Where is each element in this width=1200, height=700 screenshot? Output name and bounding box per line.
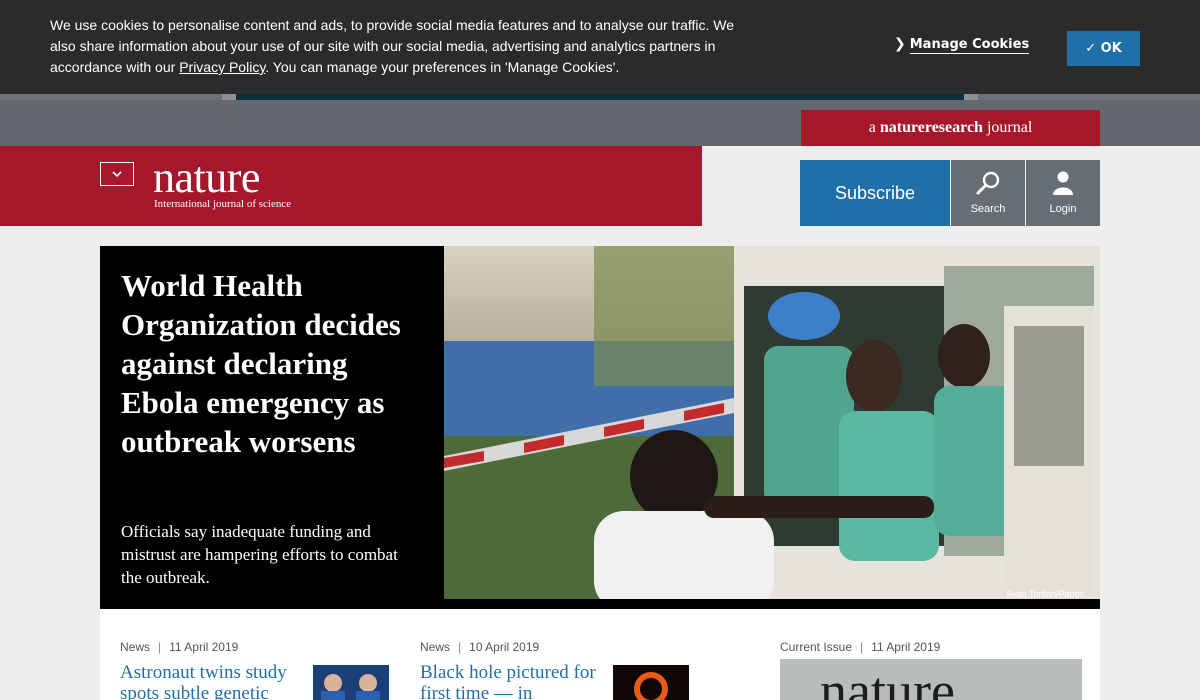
user-icon bbox=[1053, 171, 1073, 195]
hero-title[interactable]: World Health Organization decides agains… bbox=[121, 266, 421, 461]
card-date: 11 April 2019 bbox=[169, 640, 239, 654]
card-thumbnail[interactable] bbox=[613, 665, 689, 700]
ok-button[interactable]: ✓ OK bbox=[1067, 31, 1140, 66]
site-header bbox=[0, 146, 702, 226]
card-type: News bbox=[420, 640, 451, 654]
cookie-text-after: . You can manage your preferences in 'Ma… bbox=[265, 59, 620, 75]
current-issue-date: 11 April 2019 bbox=[871, 640, 941, 654]
search-icon bbox=[976, 171, 1000, 195]
cookie-banner: We use cookies to personalise content an… bbox=[0, 0, 1200, 94]
search-label: Search bbox=[970, 203, 1006, 215]
current-issue-label: Current Issue bbox=[780, 640, 853, 654]
cover-title: nature bbox=[820, 661, 955, 700]
current-issue-meta: Current Issue | 11 April 2019 bbox=[780, 640, 941, 654]
badge-brand: natureresearch bbox=[879, 119, 983, 136]
cookie-message: We use cookies to personalise content an… bbox=[50, 15, 750, 78]
login-label: Login bbox=[1049, 203, 1077, 215]
login-button[interactable]: Login bbox=[1026, 160, 1100, 226]
chevron-right-icon: ❯ bbox=[894, 36, 906, 52]
current-issue-cover[interactable]: nature bbox=[780, 659, 1082, 700]
card-title[interactable]: Astronaut twins study spots subtle genet… bbox=[120, 662, 310, 700]
hero-image[interactable]: Sven Torfinn/Panos bbox=[444, 246, 1100, 599]
badge-suffix: journal bbox=[982, 119, 1033, 136]
chevron-down-icon bbox=[112, 171, 122, 178]
card-title[interactable]: Black hole pictured for first time — in bbox=[420, 662, 610, 700]
photo-credit: Sven Torfinn/Panos bbox=[1006, 589, 1084, 599]
manage-cookies-label: Manage Cookies bbox=[909, 37, 1030, 54]
privacy-policy-link[interactable]: Privacy Policy bbox=[179, 59, 265, 75]
logo-tagline: International journal of science bbox=[154, 198, 292, 210]
hero-photo bbox=[444, 246, 1100, 599]
manage-cookies-link[interactable]: ❯ Manage Cookies bbox=[894, 36, 1030, 54]
card-date: 10 April 2019 bbox=[469, 640, 540, 654]
nature-research-badge[interactable]: a natureresearch journal bbox=[801, 110, 1100, 146]
search-button[interactable]: Search bbox=[951, 160, 1025, 226]
card-meta: News | 11 April 2019 bbox=[120, 640, 239, 654]
badge-prefix: a bbox=[868, 119, 880, 136]
hero-summary: Officials say inadequate funding and mis… bbox=[121, 522, 398, 587]
card-type: News bbox=[120, 640, 151, 654]
card-meta: News | 10 April 2019 bbox=[420, 640, 540, 654]
subscribe-button[interactable]: Subscribe bbox=[800, 160, 950, 226]
card-thumbnail[interactable] bbox=[313, 665, 389, 700]
nature-logo[interactable]: nature bbox=[153, 155, 260, 201]
advertisement[interactable] bbox=[222, 94, 978, 100]
menu-toggle-button[interactable] bbox=[100, 162, 134, 186]
